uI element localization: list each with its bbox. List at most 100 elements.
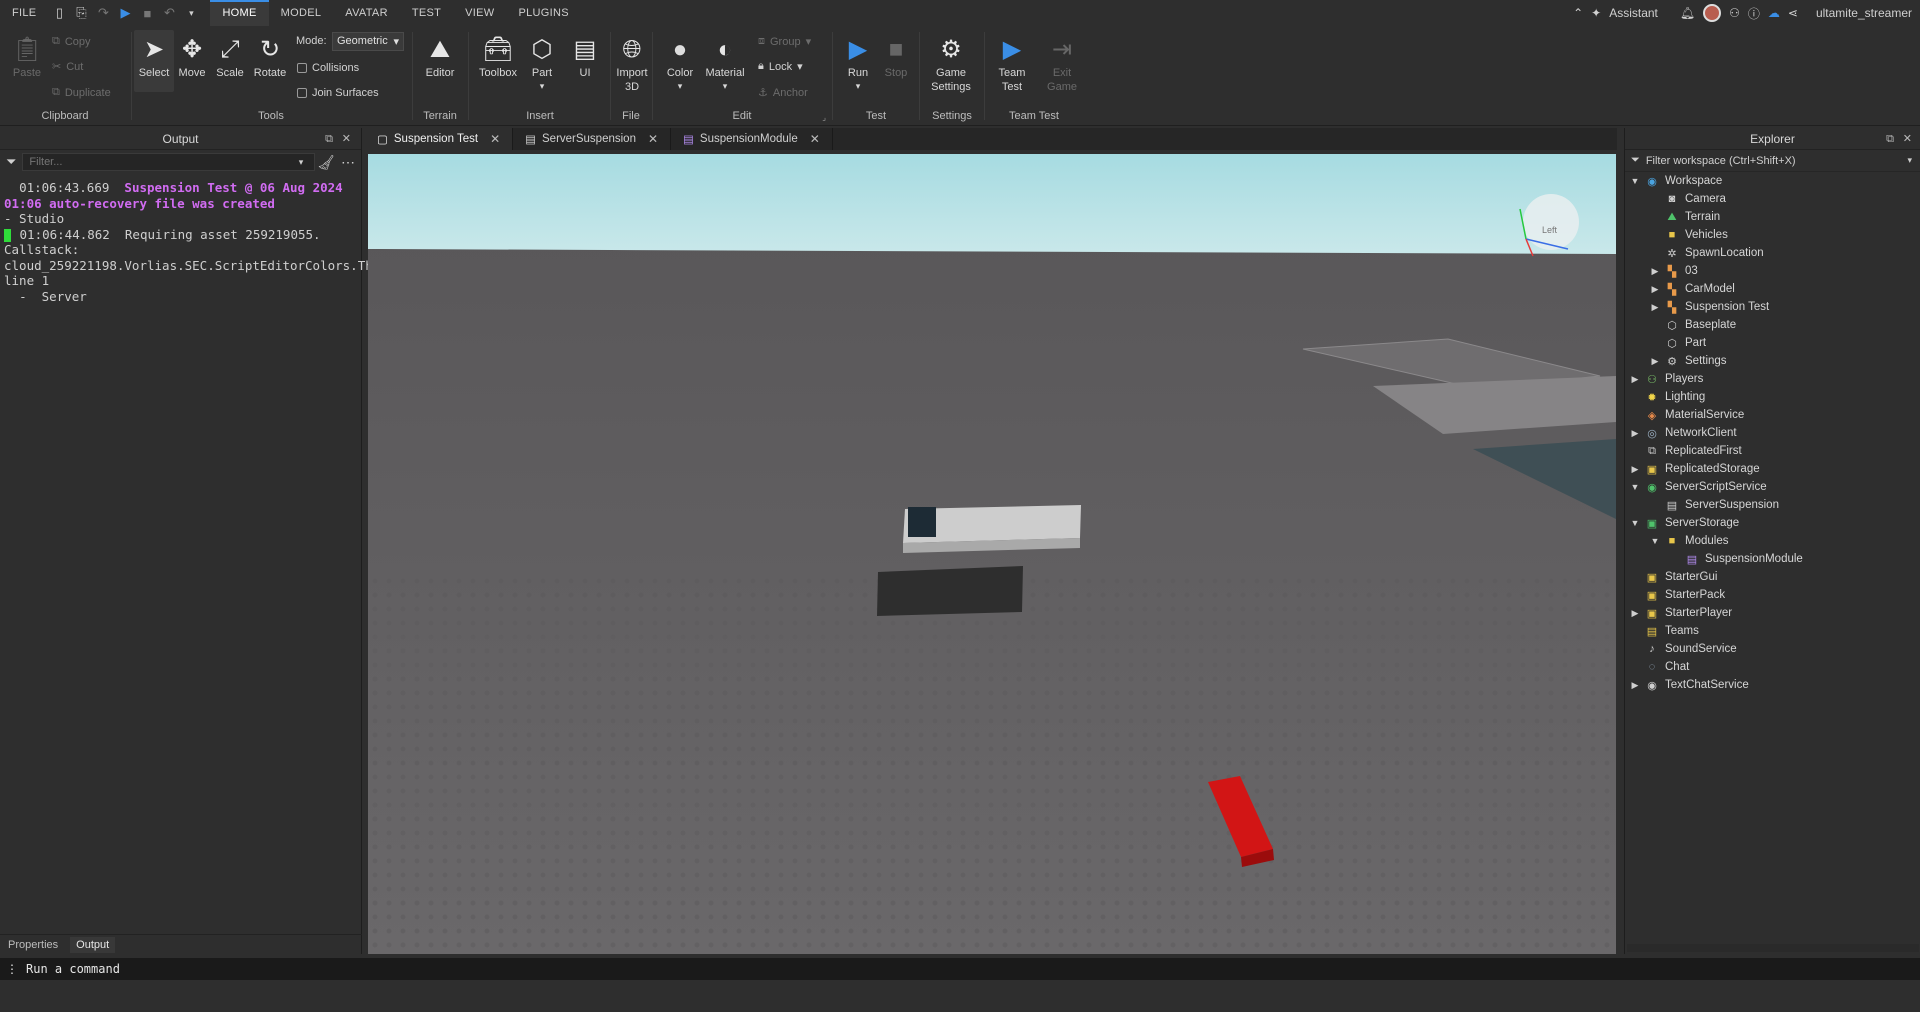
explorer-filter-input[interactable]: Filter workspace (Ctrl+Shift+X) [1646, 155, 1796, 167]
group-button[interactable]: ⧈ Group ▾ [758, 35, 811, 48]
team-test-button[interactable]: ▶ Team Test [992, 34, 1032, 94]
command-input[interactable]: Run a command [26, 962, 120, 976]
expanded-arrow-icon[interactable]: ▼ [1649, 536, 1661, 546]
collapsed-arrow-icon[interactable]: ▶ [1629, 680, 1641, 691]
select-tool[interactable]: ➤ Select [134, 30, 174, 92]
assistant-button[interactable]: Assistant [1609, 6, 1658, 20]
assistant-icon[interactable]: ✦ [1591, 6, 1601, 20]
exit-game-button[interactable]: ⇥ Exit Game [1042, 34, 1082, 94]
explorer-item-spawnlocation[interactable]: ✲ SpawnLocation [1649, 244, 1763, 262]
collapsed-arrow-icon[interactable]: ▶ [1649, 266, 1661, 277]
explorer-item-teams[interactable]: ▤ Teams [1629, 622, 1699, 640]
quick-access-dropdown-icon[interactable]: ▾ [180, 0, 202, 26]
doc-tab-suspension-test[interactable]: ▢ Suspension Test ✕ [365, 128, 514, 150]
undock-icon[interactable]: ⧉ [325, 128, 333, 150]
explorer-item-baseplate[interactable]: ⬡ Baseplate [1649, 316, 1736, 334]
color-button[interactable]: ● Color ▾ [660, 34, 700, 92]
undo-icon[interactable]: ↶ [158, 0, 180, 26]
collapsed-arrow-icon[interactable]: ▶ [1629, 608, 1641, 619]
more-options-icon[interactable]: ⋯ [341, 154, 355, 171]
stop-button[interactable]: ■ Stop [876, 34, 916, 80]
file-menu[interactable]: FILE [0, 0, 48, 26]
add-friend-icon[interactable]: ⚇ [1729, 6, 1740, 20]
explorer-item-vehicles[interactable]: ■ Vehicles [1649, 226, 1728, 244]
tab-output[interactable]: Output [70, 936, 116, 953]
duplicate-button[interactable]: ⧉ Duplicate [52, 86, 111, 99]
collapsed-arrow-icon[interactable]: ▶ [1649, 356, 1661, 367]
mode-select[interactable]: Geometric ▾ [332, 32, 404, 51]
explorer-item-serverscriptservice[interactable]: ▼ ◉ ServerScriptService [1629, 478, 1767, 496]
explorer-item-suspensionmodule[interactable]: ▤ SuspensionModule [1669, 550, 1803, 568]
cloud-icon[interactable]: ☁ [1768, 6, 1780, 20]
explorer-item-workspace[interactable]: ▼ ◉ Workspace [1629, 172, 1723, 190]
chevron-down-icon[interactable]: ▾ [1907, 155, 1912, 166]
undock-icon[interactable]: ⧉ [1886, 128, 1894, 150]
tab-model[interactable]: MODEL [269, 0, 334, 26]
doc-tab-server-suspension[interactable]: ▤ ServerSuspension ✕ [513, 128, 672, 150]
expand-group-icon[interactable]: ⌟ [822, 113, 826, 122]
run-button[interactable]: ▶ Run ▾ [838, 34, 878, 92]
collapsed-arrow-icon[interactable]: ▶ [1649, 302, 1661, 313]
explorer-item-replicatedfirst[interactable]: ⧉ ReplicatedFirst [1629, 442, 1742, 460]
collapsed-arrow-icon[interactable]: ▶ [1629, 374, 1641, 385]
toolbox-button[interactable]: 🧰︎ Toolbox [478, 34, 518, 80]
play-icon[interactable]: ▶ [114, 0, 136, 26]
collisions-checkbox[interactable]: Collisions [297, 62, 359, 74]
move-tool[interactable]: ✥ Move [172, 34, 212, 80]
ui-button[interactable]: ▤ UI [565, 34, 605, 80]
filter-dropdown-icon[interactable]: ▾ [299, 157, 304, 168]
new-file-icon[interactable]: ▯ [48, 0, 70, 26]
explorer-item-suspension-test[interactable]: ▶ ▚ Suspension Test [1649, 298, 1770, 316]
cut-button[interactable]: ✂ Cut [52, 60, 83, 74]
explorer-item-starterplayer[interactable]: ▶ ▣ StarterPlayer [1629, 604, 1733, 622]
explorer-item-part[interactable]: ⬡ Part [1649, 334, 1706, 352]
command-bar[interactable]: ⋮ Run a command [0, 958, 1920, 980]
explorer-item-camera[interactable]: ◙ Camera [1649, 190, 1726, 208]
part-button[interactable]: ⬡ Part ▾ [522, 34, 562, 92]
output-filter-input[interactable] [22, 153, 315, 171]
explorer-item-players[interactable]: ▶ ⚇ Players [1629, 370, 1704, 388]
stop-icon[interactable]: ■ [136, 0, 158, 26]
help-icon[interactable]: ⓘ [1748, 5, 1760, 22]
collapsed-arrow-icon[interactable]: ▶ [1649, 284, 1661, 295]
explorer-item-modules[interactable]: ▼ ■ Modules [1649, 532, 1729, 550]
explorer-item-serverstorage[interactable]: ▼ ▣ ServerStorage [1629, 514, 1740, 532]
close-tab-icon[interactable]: ✕ [648, 132, 658, 146]
username[interactable]: ultamite_streamer [1816, 6, 1912, 20]
explorer-item-starterpack[interactable]: ▣ StarterPack [1629, 586, 1725, 604]
expanded-arrow-icon[interactable]: ▼ [1629, 518, 1641, 528]
copy-button[interactable]: ⧉ Copy [52, 35, 91, 48]
material-button[interactable]: ◐ Material ▾ [702, 34, 748, 92]
horizontal-scrollbar[interactable] [1627, 944, 1919, 952]
explorer-item-soundservice[interactable]: ♪ SoundService [1629, 640, 1736, 658]
import-3d-button[interactable]: 🌐︎ Import 3D [612, 34, 652, 94]
explorer-item-03[interactable]: ▶ ▚ 03 [1649, 262, 1698, 280]
expanded-arrow-icon[interactable]: ▼ [1629, 482, 1641, 492]
clear-output-icon[interactable]: 🧹︎ [317, 154, 335, 171]
expanded-arrow-icon[interactable]: ▼ [1629, 176, 1641, 186]
explorer-item-textchatservice[interactable]: ▶ ◉ TextChatService [1629, 676, 1749, 694]
terrain-editor-button[interactable]: ⛰ Editor [420, 34, 460, 80]
tab-home[interactable]: HOME [210, 0, 269, 26]
close-tab-icon[interactable]: ✕ [810, 132, 820, 146]
explorer-item-settings[interactable]: ▶ ⚙ Settings [1649, 352, 1727, 370]
lock-button[interactable]: 🔒︎ Lock ▾ [758, 60, 803, 73]
close-tab-icon[interactable]: ✕ [490, 132, 500, 146]
explorer-item-materialservice[interactable]: ◈ MaterialService [1629, 406, 1744, 424]
collapse-ribbon-icon[interactable]: ⌃ [1573, 6, 1583, 20]
tab-avatar[interactable]: AVATAR [333, 0, 400, 26]
scale-tool[interactable]: ⤢ Scale [210, 34, 250, 80]
avatar[interactable] [1703, 4, 1722, 22]
game-settings-button[interactable]: ⚙ Game Settings [931, 34, 971, 94]
collapsed-arrow-icon[interactable]: ▶ [1629, 464, 1641, 475]
filter-icon[interactable]: ⏷ [6, 154, 16, 170]
tab-test[interactable]: TEST [400, 0, 453, 26]
publish-icon[interactable]: ⎘ [70, 0, 92, 26]
tab-plugins[interactable]: PLUGINS [506, 0, 580, 26]
explorer-item-chat[interactable]: ◌ Chat [1629, 658, 1690, 676]
tab-properties[interactable]: Properties [6, 937, 60, 953]
explorer-item-terrain[interactable]: ⛰ Terrain [1649, 208, 1720, 226]
explorer-item-startergui[interactable]: ▣ StarterGui [1629, 568, 1718, 586]
explorer-item-lighting[interactable]: ✹ Lighting [1629, 388, 1705, 406]
tab-view[interactable]: VIEW [453, 0, 506, 26]
